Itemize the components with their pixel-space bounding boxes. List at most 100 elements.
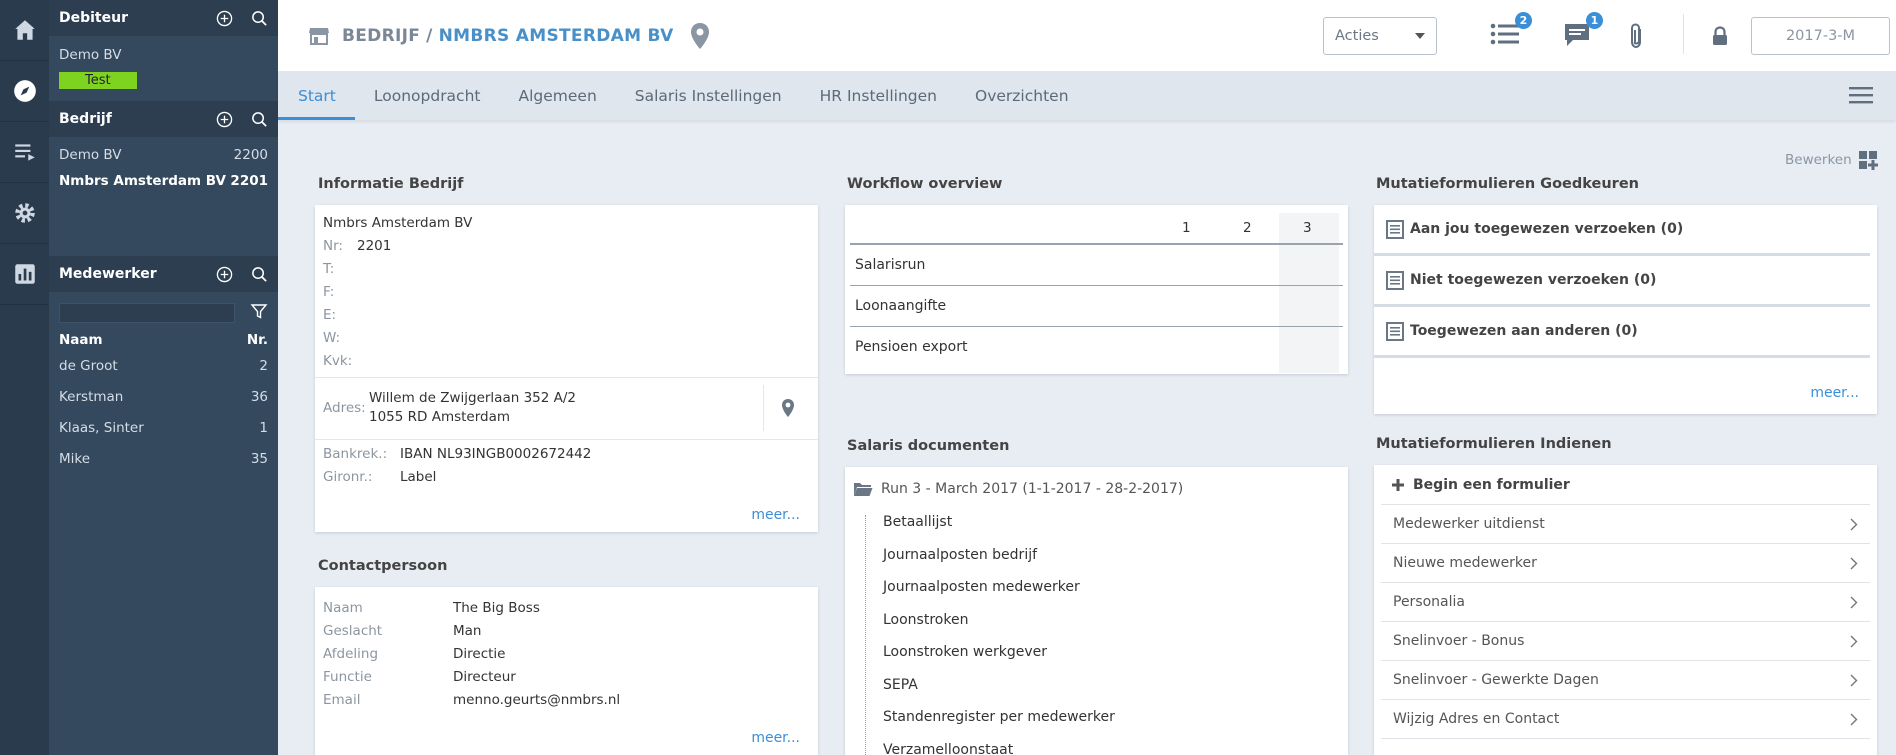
contact-value: menno.geurts@nmbrs.nl	[453, 691, 621, 708]
employee-filter-input[interactable]	[59, 303, 235, 323]
info-more-link[interactable]: meer...	[751, 507, 800, 523]
search-icon[interactable]	[251, 10, 268, 27]
debiteur-header: Debiteur	[49, 0, 278, 36]
form-list-item[interactable]: Wijzig Adres en Contact	[1381, 700, 1870, 739]
bewerken-label: Bewerken	[1785, 152, 1852, 168]
form-list-item[interactable]: Personalia	[1381, 583, 1870, 622]
settings-nav[interactable]	[0, 183, 49, 244]
dashboard-grid-icon	[1858, 151, 1878, 170]
messages-button[interactable]: 1	[1563, 12, 1603, 52]
approval-list-item[interactable]: Toegewezen aan anderen (0)	[1374, 307, 1870, 358]
tab-hr-instellingen[interactable]: HR Instellingen	[801, 71, 956, 120]
indienen-card: Begin een formulier Medewerker uitdienst…	[1374, 465, 1877, 755]
divider	[850, 243, 1343, 245]
document-item[interactable]: Journaalposten bedrijf	[883, 539, 1348, 572]
form-list-item[interactable]: Medewerker uitdienst	[1381, 505, 1870, 544]
document-item[interactable]: Journaalposten medewerker	[883, 571, 1348, 604]
acties-dropdown[interactable]: Acties	[1323, 17, 1437, 55]
contact-row: Email menno.geurts@nmbrs.nl	[323, 688, 810, 711]
workflow-col: 1	[1182, 220, 1191, 236]
divider	[763, 385, 764, 431]
divider	[850, 326, 1343, 327]
chevron-right-icon	[1850, 713, 1858, 725]
breadcrumb-prefix[interactable]: BEDRIJF	[342, 26, 420, 46]
col-nr[interactable]: Nr.	[247, 332, 268, 348]
bedrijf-item[interactable]: Demo BV 2200	[49, 142, 278, 168]
gear-icon	[14, 203, 35, 223]
document-item[interactable]: SEPA	[883, 669, 1348, 702]
employee-row[interactable]: Klaas, Sinter 1	[49, 412, 278, 443]
goedkeuren-more-link[interactable]: meer...	[1810, 385, 1859, 401]
menu-button[interactable]	[1849, 86, 1873, 108]
form-list-item[interactable]: Snelinvoer - Bonus	[1381, 622, 1870, 661]
breadcrumb-company[interactable]: NMBRS AMSTERDAM BV	[439, 26, 674, 46]
document-item[interactable]: Verzamelloonstaat	[883, 734, 1348, 755]
lock-button[interactable]	[1712, 26, 1728, 50]
col-naam[interactable]: Naam	[59, 332, 103, 348]
tab-start[interactable]: Start	[278, 71, 355, 120]
bank-value: IBAN NL93INGB0002672442	[400, 445, 592, 462]
task-list-icon	[1490, 23, 1519, 45]
contact-more-link[interactable]: meer...	[751, 730, 800, 746]
reports-nav[interactable]	[0, 244, 49, 305]
task-count-badge: 2	[1515, 12, 1532, 29]
map-pin-icon[interactable]	[690, 22, 710, 50]
employee-list: de Groot 2 Kerstman 36 Klaas, Sinter 1 Mike…	[49, 350, 278, 474]
edit-dashboard-button[interactable]: Bewerken	[1785, 150, 1880, 170]
nr-label: Nr:	[323, 237, 343, 254]
tab-bar: Start Loonopdracht Algemeen Salaris Inst…	[278, 71, 1896, 120]
search-icon[interactable]	[251, 266, 268, 283]
form-list-item[interactable]: Nieuwe medewerker	[1381, 544, 1870, 583]
contact-key: Afdeling	[323, 645, 379, 662]
adres-label: Adres:	[323, 400, 366, 416]
employee-nr: 36	[250, 388, 268, 405]
contact-row: Functie Directeur	[323, 665, 810, 688]
entity-panel: Debiteur Demo BV Test Bedrijf Demo BV 220…	[49, 0, 278, 755]
bank-row: Bankrek.: IBAN NL93INGB0002672442	[323, 442, 591, 465]
task-list-button[interactable]: 2	[1490, 12, 1532, 50]
workflow-row-label[interactable]: Salarisrun	[855, 257, 925, 273]
approval-item-label: Aan jou toegewezen verzoeken (0)	[1410, 221, 1684, 237]
begin-form-button[interactable]: Begin een formulier	[1381, 465, 1870, 505]
workflow-row-label[interactable]: Loonaangifte	[855, 298, 946, 314]
approval-list-item[interactable]: Niet toegewezen verzoeken (0)	[1374, 256, 1870, 307]
tab-overzichten[interactable]: Overzichten	[956, 71, 1088, 120]
top-bar: BEDRIJF / NMBRS AMSTERDAM BV Acties 2 1 …	[278, 0, 1896, 71]
list-nav[interactable]	[0, 122, 49, 183]
home-nav[interactable]	[0, 0, 49, 61]
chevron-right-icon	[1850, 596, 1858, 608]
debiteur-item[interactable]: Demo BV	[49, 42, 278, 68]
employee-row[interactable]: Mike 35	[49, 443, 278, 474]
document-folder[interactable]: Run 3 - March 2017 (1-1-2017 - 28-2-2017…	[845, 467, 1348, 501]
approval-list-item[interactable]: Aan jou toegewezen verzoeken (0)	[1374, 205, 1870, 256]
tab-algemeen[interactable]: Algemeen	[499, 71, 615, 120]
bedrijf-nr: 2200	[233, 147, 268, 163]
form-item-label: Wijzig Adres en Contact	[1393, 711, 1560, 727]
info-title: Informatie Bedrijf	[318, 176, 464, 192]
tab-salaris-instellingen[interactable]: Salaris Instellingen	[616, 71, 801, 120]
document-item[interactable]: Loonstroken	[883, 604, 1348, 637]
contact-key: Email	[323, 691, 361, 708]
document-item[interactable]: Betaallijst	[883, 506, 1348, 539]
map-pin-icon[interactable]	[781, 398, 795, 418]
filter-icon[interactable]	[250, 302, 268, 324]
search-icon[interactable]	[251, 111, 268, 128]
document-icon	[1386, 219, 1404, 239]
web-row: W:	[323, 326, 810, 349]
add-icon[interactable]	[216, 10, 233, 27]
kvk-label: Kvk:	[323, 352, 353, 369]
bedrijf-item-selected[interactable]: Nmbrs Amsterdam BV 2201	[49, 168, 278, 194]
document-item[interactable]: Loonstroken werkgever	[883, 636, 1348, 669]
hamburger-icon	[1849, 87, 1873, 104]
employee-row[interactable]: de Groot 2	[49, 350, 278, 381]
attachments-button[interactable]	[1626, 22, 1646, 54]
compass-nav[interactable]	[0, 61, 49, 122]
period-selector[interactable]: 2017-3-M	[1751, 17, 1890, 55]
tab-loonopdracht[interactable]: Loonopdracht	[355, 71, 500, 120]
add-icon[interactable]	[216, 266, 233, 283]
form-list-item[interactable]: Snelinvoer - Gewerkte Dagen	[1381, 661, 1870, 700]
employee-row[interactable]: Kerstman 36	[49, 381, 278, 412]
workflow-row-label[interactable]: Pensioen export	[855, 339, 967, 355]
add-icon[interactable]	[216, 111, 233, 128]
document-item[interactable]: Standenregister per medewerker	[883, 701, 1348, 734]
